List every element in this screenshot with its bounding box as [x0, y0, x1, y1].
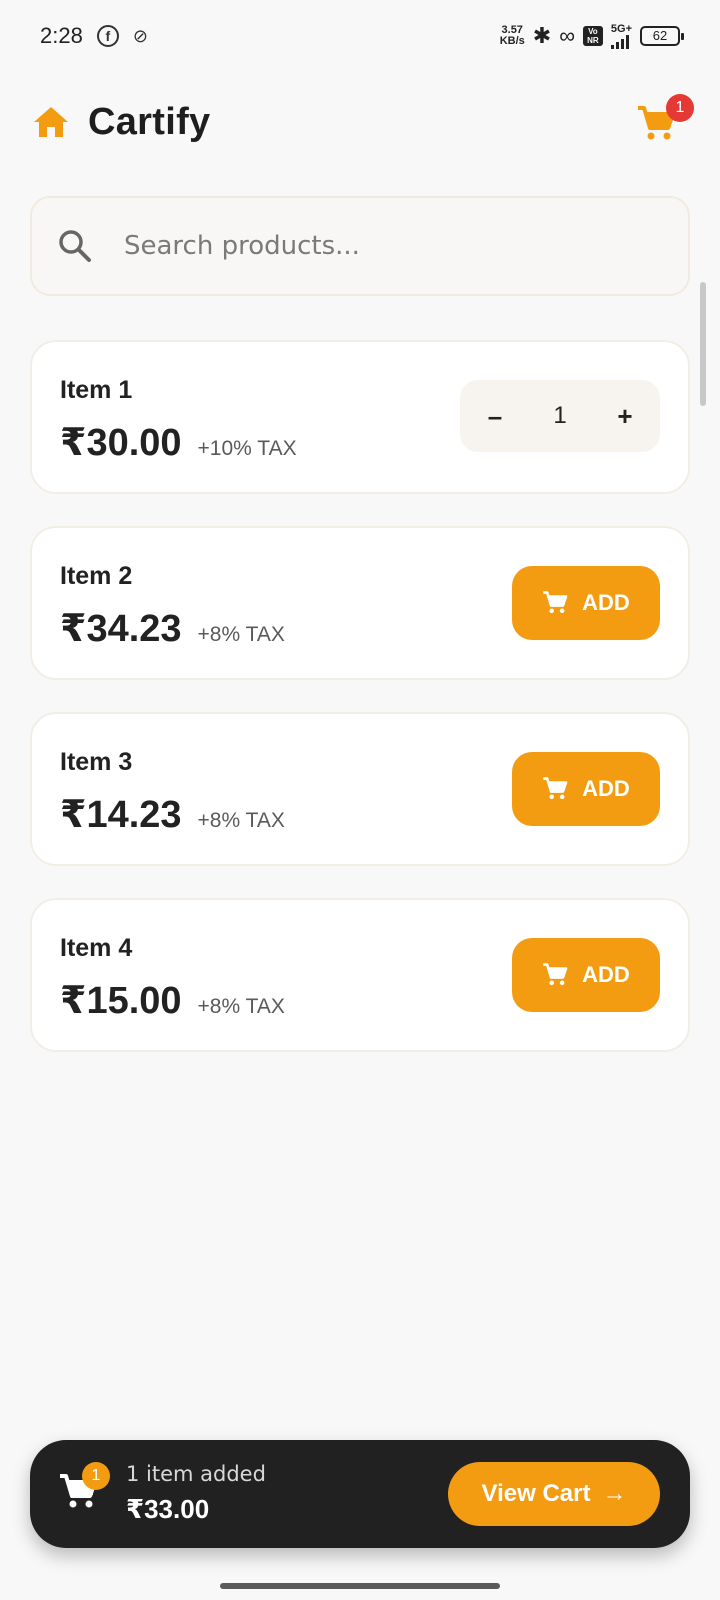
brand: Cartify — [32, 101, 210, 144]
product-name: Item 4 — [60, 934, 133, 962]
product-price: ₹15.00 — [60, 980, 182, 1022]
home-icon[interactable] — [32, 105, 70, 139]
cart-total: ₹33.00 — [126, 1494, 210, 1524]
cart-button[interactable]: 1 — [636, 94, 694, 144]
decrease-quantity-button[interactable]: – — [480, 401, 510, 432]
cart-count-badge: 1 — [666, 94, 694, 122]
vonr-icon: Vo NR — [582, 26, 603, 46]
app-title: Cartify — [88, 100, 211, 143]
view-cart-button[interactable]: View Cart → — [448, 1462, 660, 1526]
battery-level: 62 — [652, 28, 668, 43]
add-to-cart-button[interactable]: ADD — [512, 566, 660, 640]
product-card: Item 3 ₹14.23 +8% TAX ADD — [30, 712, 690, 866]
add-button-label: ADD — [582, 962, 630, 987]
cart-item-count-badge: 1 — [82, 1462, 110, 1490]
bluetooth-icon: ✱ — [532, 23, 552, 48]
product-tax: +8% TAX — [197, 623, 285, 646]
app-header: Cartify 1 — [32, 94, 694, 148]
home-indicator[interactable] — [220, 1583, 500, 1589]
product-tax: +8% TAX — [197, 995, 285, 1018]
cart-icon — [543, 591, 568, 614]
signal-icon: 5G+ — [610, 22, 632, 49]
status-time: 2:28 — [40, 23, 83, 48]
link-notification-icon: ⊘ — [132, 25, 148, 46]
view-cart-label: View Cart — [481, 1480, 591, 1507]
network-type: 5G+ — [610, 22, 632, 35]
add-to-cart-button[interactable]: ADD — [512, 938, 660, 1012]
vonr-top: Vo — [588, 27, 598, 36]
facebook-notification-icon: f — [96, 25, 119, 47]
cart-summary-bar: 1 1 item added ₹33.00 View Cart → — [30, 1440, 690, 1548]
items-added-text: 1 item added — [126, 1462, 266, 1486]
product-card: Item 4 ₹15.00 +8% TAX ADD — [30, 898, 690, 1052]
search-bar[interactable] — [30, 196, 690, 296]
product-name: Item 2 — [60, 562, 133, 590]
product-card: Item 2 ₹34.23 +8% TAX ADD — [30, 526, 690, 680]
quantity-stepper: – 1 + — [460, 380, 660, 452]
link-icon: ∞ — [559, 23, 575, 48]
add-to-cart-button[interactable]: ADD — [512, 752, 660, 826]
status-bar: 2:28 f ⊘ 3.57 KB/s ✱ ∞ Vo NR 5G+ 62 — [0, 0, 720, 72]
search-input[interactable] — [124, 231, 644, 261]
add-button-label: ADD — [582, 776, 630, 801]
arrow-right-icon: → — [602, 1480, 627, 1507]
network-speed: 3.57 KB/s — [500, 25, 525, 47]
product-price: ₹14.23 — [60, 794, 182, 836]
signal-bars — [610, 34, 629, 49]
product-tax: +10% TAX — [197, 437, 297, 460]
product-price: ₹30.00 — [60, 422, 182, 464]
product-tax: +8% TAX — [197, 809, 285, 832]
scrollbar[interactable] — [700, 282, 706, 406]
battery-icon: 62 — [640, 26, 684, 46]
quantity-value: 1 — [553, 402, 567, 429]
cart-icon — [543, 963, 568, 986]
increase-quantity-button[interactable]: + — [610, 401, 640, 432]
cart-icon — [543, 777, 568, 800]
product-name: Item 1 — [60, 376, 133, 404]
vonr-bottom: NR — [587, 36, 599, 45]
product-name: Item 3 — [60, 748, 133, 776]
search-icon — [58, 229, 92, 263]
product-price: ₹34.23 — [60, 608, 182, 650]
network-speed-unit: KB/s — [499, 35, 525, 47]
add-button-label: ADD — [582, 590, 630, 615]
product-card: Item 1 ₹30.00 +10% TAX – 1 + — [30, 340, 690, 494]
